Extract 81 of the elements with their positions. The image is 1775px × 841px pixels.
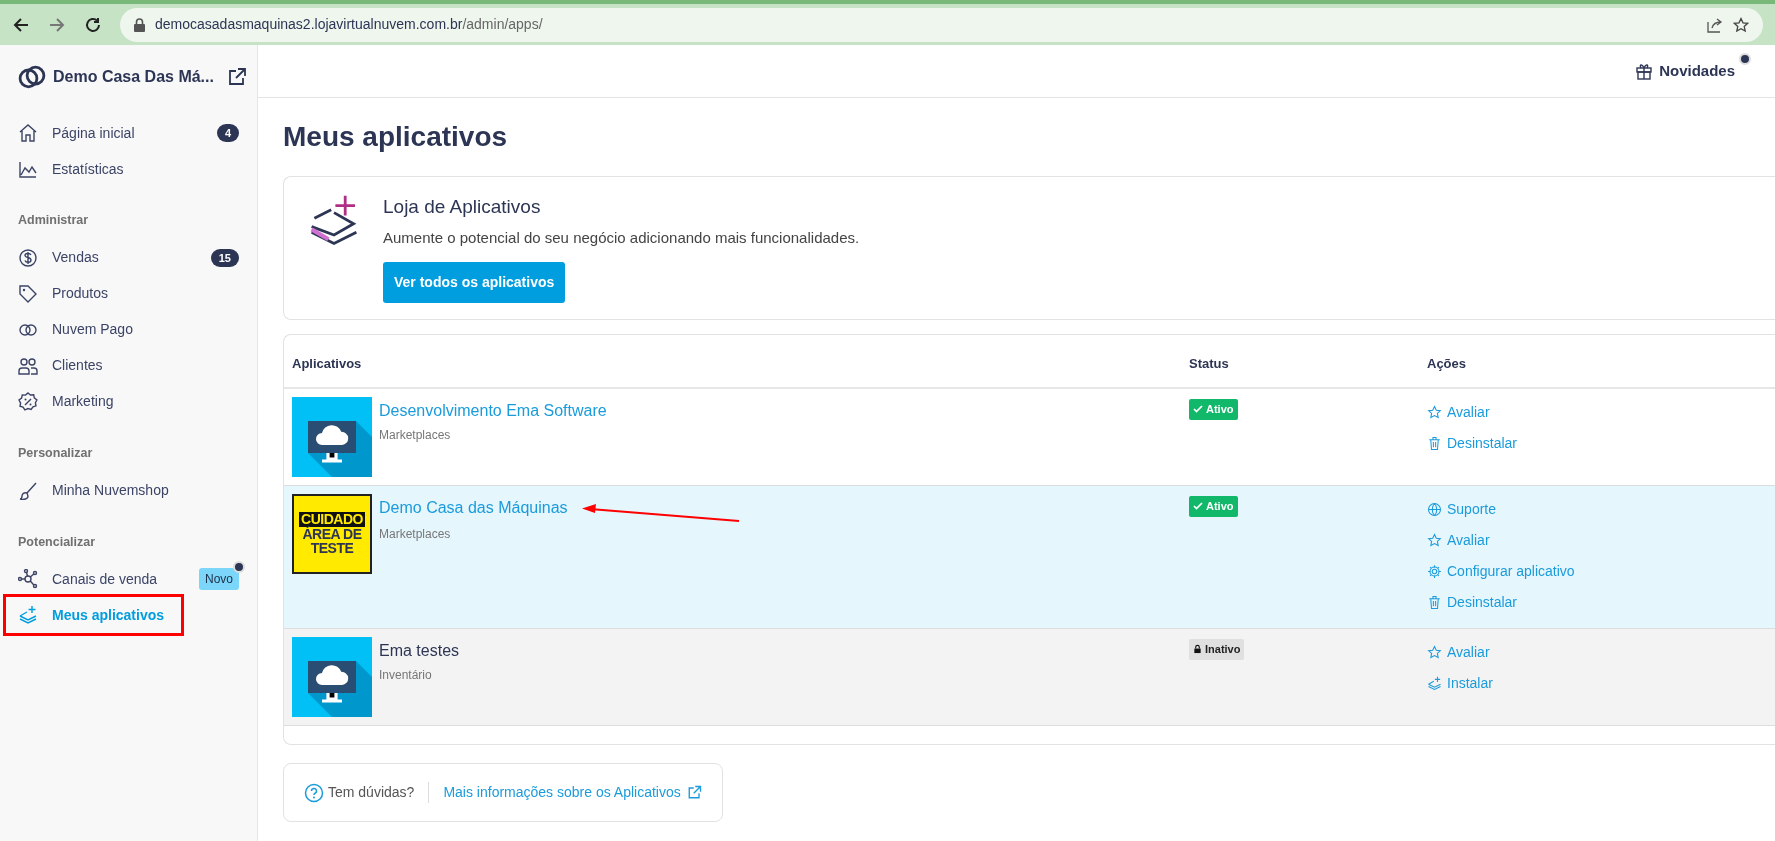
gift-icon bbox=[1635, 62, 1654, 80]
help-text: Tem dúvidas? bbox=[328, 783, 415, 803]
status-badge: Ativo bbox=[1189, 399, 1238, 420]
lock-icon bbox=[1193, 644, 1202, 655]
chart-icon bbox=[18, 159, 38, 179]
app-category: Inventário bbox=[379, 667, 433, 685]
sidebar-item[interactable]: Nuvem Pago bbox=[18, 311, 249, 348]
external-link-icon bbox=[686, 785, 702, 801]
action-link[interactable]: Configurar aplicativo bbox=[1427, 556, 1767, 588]
sidebar-item[interactable]: Marketing bbox=[18, 383, 249, 420]
action-link[interactable]: Suporte bbox=[1427, 494, 1767, 526]
section-title: Administrar bbox=[18, 212, 90, 229]
star-icon bbox=[1427, 533, 1442, 549]
card-text: Aumente o potencial do seu negócio adicionando mais funcionalidades. bbox=[383, 228, 860, 249]
count-badge: 4 bbox=[216, 123, 239, 143]
back-icon[interactable] bbox=[12, 15, 30, 34]
star-icon bbox=[1427, 645, 1442, 661]
trash-icon bbox=[1427, 436, 1442, 452]
sidebar-item[interactable]: Minha Nuvemshop bbox=[18, 472, 249, 509]
forward-icon[interactable] bbox=[48, 15, 66, 34]
help-icon bbox=[304, 782, 324, 803]
info-link[interactable]: Mais informações sobre os Aplicativos bbox=[428, 782, 702, 804]
count-badge: 15 bbox=[210, 248, 239, 267]
url-text: democasadasmaquinas2.lojavirtualnuvem.com.br/admin/apps/ bbox=[155, 15, 543, 34]
external-link-icon[interactable] bbox=[227, 67, 247, 87]
card-title: Loja de Aplicativos bbox=[383, 194, 542, 219]
status-badge: Inativo bbox=[1189, 639, 1245, 660]
dollar-icon bbox=[18, 247, 38, 268]
status-badge: Ativo bbox=[1189, 496, 1238, 517]
network-icon bbox=[18, 569, 38, 590]
tag-icon bbox=[18, 283, 38, 304]
reload-icon[interactable] bbox=[84, 15, 102, 34]
users-icon bbox=[18, 355, 38, 376]
notification-dot bbox=[233, 561, 245, 574]
home-icon bbox=[18, 123, 38, 143]
column-header: Ações bbox=[1419, 334, 1775, 390]
app-name[interactable]: Demo Casa das Máquinas bbox=[379, 496, 568, 521]
address-bar[interactable]: democasadasmaquinas2.lojavirtualnuvem.com.br/admin/apps/ bbox=[120, 7, 1763, 42]
column-header: Aplicativos bbox=[284, 334, 1181, 390]
sidebar-item[interactable]: Vendas 15 bbox=[18, 239, 249, 276]
layers-plus-icon bbox=[18, 605, 38, 626]
store-name: Demo Casa Das Má... bbox=[53, 67, 214, 87]
badge-percent-icon bbox=[18, 391, 38, 412]
action-link[interactable]: Instalar bbox=[1427, 668, 1767, 700]
globe-icon bbox=[1427, 502, 1442, 518]
action-link[interactable]: Avaliar bbox=[1427, 525, 1767, 557]
lock-icon bbox=[134, 17, 145, 32]
column-header: Status bbox=[1181, 334, 1419, 390]
app-name: Ema testes bbox=[379, 641, 460, 662]
monitor-cloud-icon bbox=[292, 397, 372, 478]
view-all-button[interactable]: Ver todos os aplicativos bbox=[383, 261, 566, 303]
brush-icon bbox=[18, 480, 38, 501]
section-title: Personalizar bbox=[18, 444, 94, 462]
star-icon[interactable] bbox=[1733, 16, 1749, 33]
app-category: Marketplaces bbox=[379, 427, 452, 445]
app-name[interactable]: Desenvolvimento Ema Software bbox=[379, 399, 607, 424]
layers-plus-icon bbox=[1427, 676, 1442, 692]
section-title: Potencializar bbox=[18, 533, 97, 551]
sidebar-item[interactable]: Página inicial 4 bbox=[18, 115, 249, 151]
sidebar-item[interactable]: Clientes bbox=[18, 347, 249, 384]
share-icon[interactable] bbox=[1707, 16, 1723, 33]
action-link[interactable]: Avaliar bbox=[1427, 637, 1767, 669]
trash-icon bbox=[1427, 595, 1442, 611]
notification-dot bbox=[1739, 52, 1751, 65]
monitor-cloud-icon bbox=[292, 637, 372, 718]
check-icon bbox=[1193, 404, 1203, 415]
action-link[interactable]: Desinstalar bbox=[1427, 428, 1767, 460]
sidebar-item[interactable]: Meus aplicativos bbox=[6, 597, 181, 634]
action-link[interactable]: Avaliar bbox=[1427, 397, 1767, 429]
gear-icon bbox=[1427, 564, 1442, 580]
news-link[interactable]: Novidades bbox=[1659, 59, 1735, 83]
warning-sign-image: CUIDADO ÁREA DE TESTE bbox=[292, 494, 372, 575]
logo-icon bbox=[18, 63, 46, 91]
check-icon bbox=[1193, 501, 1203, 512]
sidebar-item[interactable]: Estatísticas bbox=[18, 151, 249, 187]
page-title: Meus aplicativos bbox=[283, 120, 509, 154]
app-category: Marketplaces bbox=[379, 526, 452, 544]
star-icon bbox=[1427, 405, 1442, 421]
action-link[interactable]: Desinstalar bbox=[1427, 587, 1767, 619]
sidebar-item[interactable]: Produtos bbox=[18, 275, 249, 312]
sidebar-item[interactable]: Canais de venda Novo bbox=[18, 561, 249, 598]
